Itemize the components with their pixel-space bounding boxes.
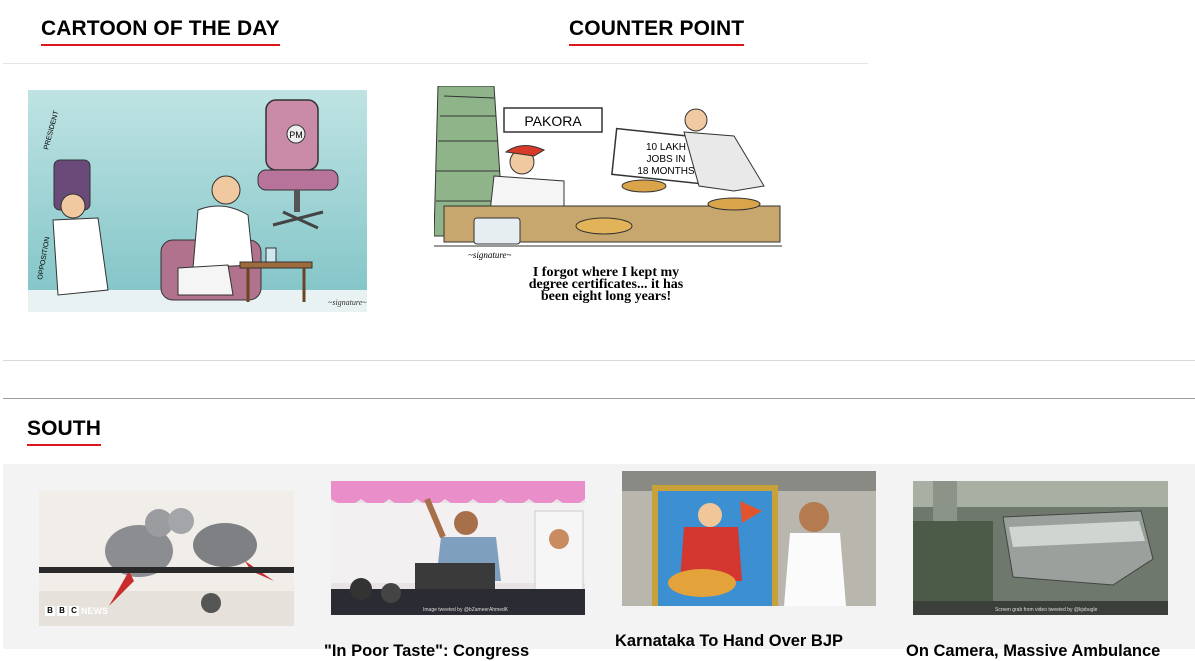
svg-text:PM: PM [289, 130, 303, 140]
counter-point-heading: COUNTER POINT [569, 17, 745, 46]
divider-south [3, 398, 1195, 399]
svg-text:~signature~: ~signature~ [328, 298, 367, 307]
svg-text:18 MONTHS: 18 MONTHS [637, 166, 695, 177]
cartoon-of-the-day-image[interactable]: PM PRESIDENT OPPOSITION ~signature~ [28, 90, 367, 312]
svg-text:PAKORA: PAKORA [524, 113, 582, 129]
svg-text:~signature~: ~signature~ [468, 250, 512, 260]
cartoon-of-the-day-heading: CARTOON OF THE DAY [41, 17, 280, 46]
south-heading: SOUTH [27, 417, 101, 446]
counter-point-image[interactable]: PAKORA 10 LAKH JOBS IN 18 MONTHS ~signat… [434, 86, 782, 306]
svg-text:JOBS IN: JOBS IN [647, 154, 686, 165]
svg-text:10 LAKH: 10 LAKH [646, 142, 686, 153]
pakora-sign-drawing: PAKORA [503, 107, 603, 133]
story-thumbnail-crash[interactable]: Screen grab from video tweeted by @kjsbu… [913, 481, 1168, 615]
svg-text:been eight long years!: been eight long years! [541, 289, 671, 304]
bbc-news-watermark: B B C NEWS [45, 606, 108, 616]
story-title-karnataka[interactable]: Karnataka To Hand Over BJP [615, 631, 843, 651]
image-credit: Screen grab from video tweeted by @kjsbu… [995, 607, 1098, 613]
story-title-ambulance[interactable]: On Camera, Massive Ambulance [906, 641, 1160, 661]
divider-top [3, 63, 868, 64]
story-thumbnail-portrait[interactable] [622, 471, 876, 606]
story-thumbnail-speech[interactable]: Image tweeted by @bZameerAhmedK [331, 481, 585, 615]
divider-middle [3, 360, 1195, 361]
story-title-congress[interactable]: "In Poor Taste": Congress [324, 641, 529, 661]
story-thumbnail-parrots[interactable]: B B C NEWS [39, 491, 294, 626]
image-credit: Image tweeted by @bZameerAhmedK [423, 607, 509, 613]
